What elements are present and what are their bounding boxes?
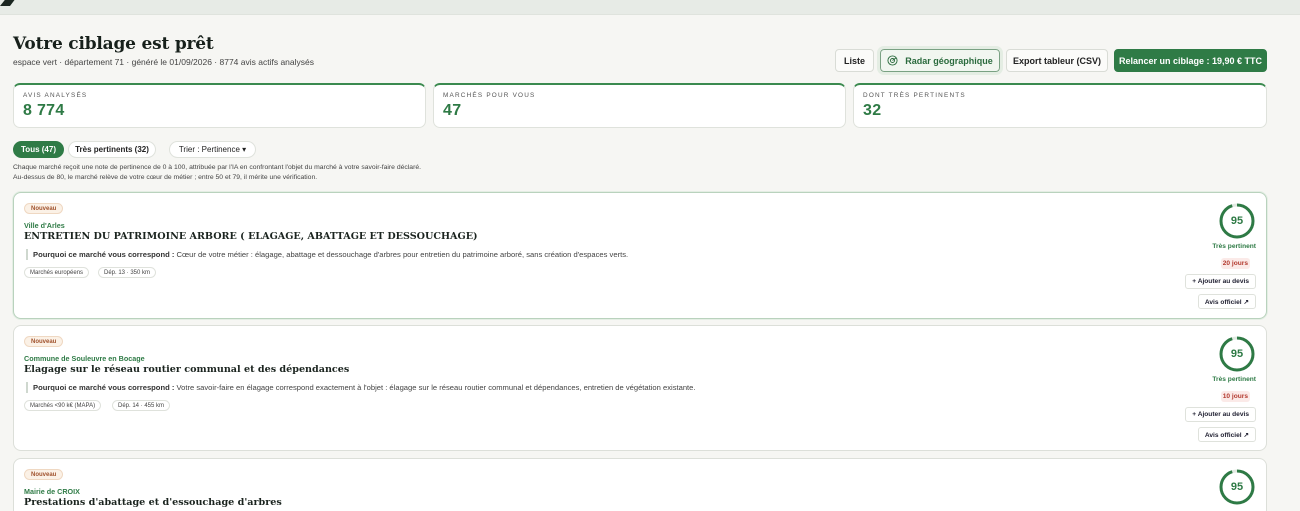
buyer-name: Commune de Souleuvre en Bocage (24, 354, 145, 363)
export-csv-button[interactable]: Export tableur (CSV) (1006, 49, 1108, 72)
buyer-name: Mairie de CROIX (24, 487, 80, 496)
relevance-score-ring: 95 (1219, 203, 1255, 239)
stat-card-markets: Marchés pour vous 47 (433, 83, 846, 128)
market-card[interactable]: Nouveau Commune de Souleuvre en Bocage E… (13, 325, 1267, 451)
page-subtitle: espace vert · département 71 · généré le… (13, 57, 314, 67)
market-title[interactable]: ENTRETIEN DU PATRIMOINE ARBORE ( ELAGAGE… (24, 231, 478, 242)
list-view-button[interactable]: Liste (835, 49, 874, 72)
page-header: Votre ciblage est prêt espace vert · dép… (13, 34, 314, 67)
new-badge: Nouveau (24, 469, 64, 480)
radar-view-button[interactable]: Radar géographique (877, 46, 1003, 75)
stat-card-very-relevant: Dont très pertinents 32 (853, 83, 1267, 128)
relevance-score-ring: 95 (1219, 469, 1255, 505)
procedure-tag: Marchés <90 k€ (MAPA) (24, 400, 102, 411)
add-to-quote-button[interactable]: + Ajouter au devis (1185, 407, 1256, 422)
market-card[interactable]: Nouveau Ville d'Arles ENTRETIEN DU PATRI… (13, 192, 1267, 319)
stat-value: 47 (443, 102, 462, 119)
market-card[interactable]: Nouveau Mairie de CROIX Prestations d'ab… (13, 458, 1267, 511)
official-notice-link[interactable]: Avis officiel ↗ (1197, 294, 1256, 309)
match-reason-text: Votre savoir-faire en élagage correspond… (176, 383, 696, 392)
relevance-score-value: 95 (1230, 215, 1244, 227)
scoring-explanation-line: Au-dessus de 80, le marché relève de vot… (13, 174, 318, 181)
buyer-name: Ville d'Arles (24, 221, 65, 230)
stat-value: 8 774 (23, 102, 65, 119)
filter-all-chip[interactable]: Tous (47) (13, 141, 64, 158)
location-tag: Dép. 13 · 350 km (98, 267, 157, 278)
match-reason-text: Cœur de votre métier : élagage, abattage… (176, 250, 629, 259)
relevance-score-value: 95 (1230, 481, 1244, 493)
add-to-quote-button[interactable]: + Ajouter au devis (1185, 274, 1256, 289)
scoring-explanation-line: Chaque marché reçoit une note de pertine… (13, 164, 422, 171)
relevance-score-ring: 95 (1219, 336, 1255, 372)
relevance-label: Très pertinent (1212, 376, 1256, 383)
radar-icon (887, 55, 898, 66)
stat-value: 32 (863, 102, 882, 119)
sort-dropdown[interactable]: Trier : Pertinence ▾ (169, 141, 256, 158)
relevance-label: Très pertinent (1212, 243, 1256, 250)
stat-label: Marchés pour vous (443, 92, 536, 99)
stat-label: Avis analysés (23, 92, 88, 99)
new-badge: Nouveau (24, 336, 64, 347)
relaunch-targeting-button[interactable]: Relancer un ciblage : 19,90 € TTC (1114, 49, 1267, 72)
top-navigation-bar (0, 0, 1300, 15)
match-reason-label: Pourquoi ce marché vous correspond : (33, 383, 175, 392)
market-title[interactable]: Prestations d'abattage et d'essouchage d… (24, 497, 282, 508)
filter-very-relevant-chip[interactable]: Très pertinents (32) (68, 141, 156, 158)
new-badge: Nouveau (24, 203, 64, 214)
official-notice-link[interactable]: Avis officiel ↗ (1197, 427, 1256, 442)
stat-label: Dont très pertinents (863, 92, 966, 99)
radar-view-label: Radar géographique (905, 55, 993, 66)
procedure-tag: Marchés européens (24, 267, 90, 278)
location-tag: Dép. 14 · 455 km (112, 400, 171, 411)
match-reason: Pourquoi ce marché vous correspond : Vot… (26, 382, 696, 393)
stat-card-analyzed: Avis analysés 8 774 (13, 83, 426, 128)
deadline-badge: 10 jours (1220, 391, 1250, 402)
page-title: Votre ciblage est prêt (13, 34, 214, 54)
match-reason-label: Pourquoi ce marché vous correspond : (33, 250, 175, 259)
scoring-explanation: Chaque marché reçoit une note de pertine… (13, 163, 421, 183)
market-title[interactable]: Elagage sur le réseau routier communal e… (24, 364, 349, 375)
deadline-badge: 20 jours (1220, 258, 1250, 269)
logo-icon (0, 0, 15, 6)
relevance-score-value: 95 (1230, 348, 1244, 360)
match-reason: Pourquoi ce marché vous correspond : Cœu… (26, 249, 628, 260)
